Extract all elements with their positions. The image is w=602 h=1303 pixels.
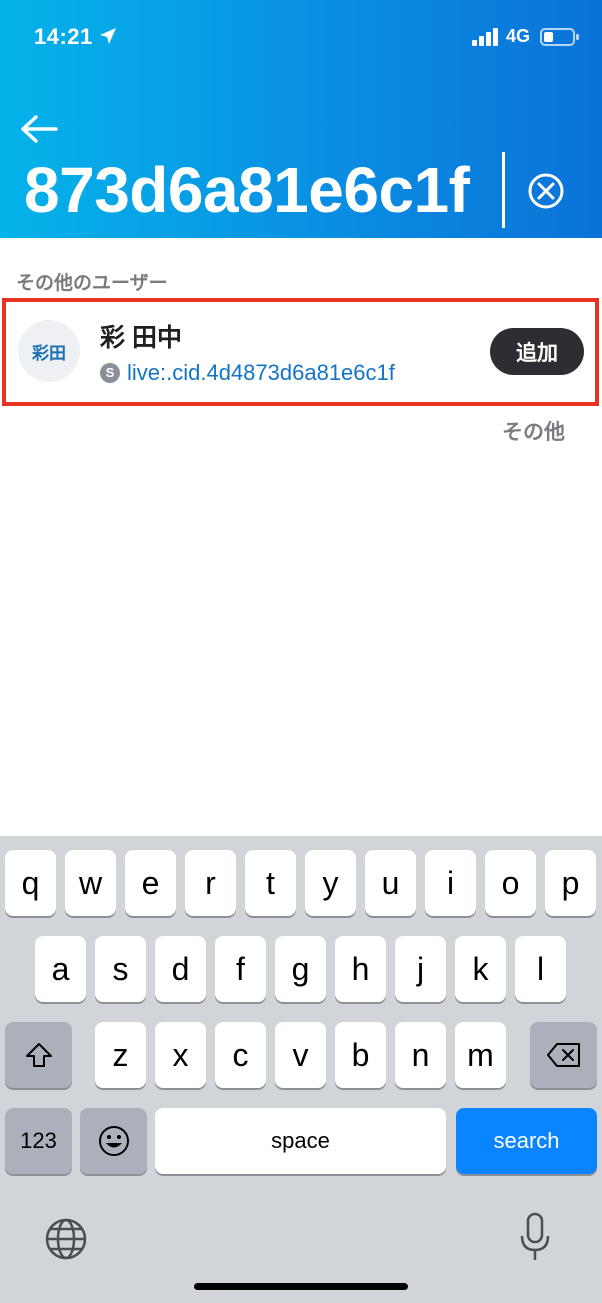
section-title: その他のユーザー	[16, 273, 168, 294]
backspace-key[interactable]	[530, 1022, 597, 1088]
key-c[interactable]: c	[215, 1022, 266, 1088]
search-input[interactable]: 873d6a81e6c1f	[24, 150, 470, 230]
backspace-icon	[546, 1043, 580, 1067]
key-u[interactable]: u	[365, 850, 416, 916]
header: 14:21 4G 873d6a81e6c1f	[0, 0, 602, 238]
contact-result-row[interactable]: 彩田 彩 田中 S live:.cid.4d4873d6a81e6c1f 追加	[2, 298, 599, 406]
clear-search-icon[interactable]	[527, 172, 565, 210]
key-q[interactable]: q	[5, 850, 56, 916]
key-f[interactable]: f	[215, 936, 266, 1002]
microphone-icon[interactable]	[518, 1212, 552, 1264]
add-contact-button[interactable]: 追加	[490, 328, 584, 375]
key-a[interactable]: a	[35, 936, 86, 1002]
search-key[interactable]: search	[456, 1108, 597, 1174]
signal-bars-icon	[472, 28, 498, 46]
globe-icon[interactable]	[44, 1217, 88, 1261]
key-b[interactable]: b	[335, 1022, 386, 1088]
shift-icon	[25, 1043, 52, 1067]
key-i[interactable]: i	[425, 850, 476, 916]
key-p[interactable]: p	[545, 850, 596, 916]
network-label: 4G	[506, 26, 531, 46]
key-e[interactable]: e	[125, 850, 176, 916]
emoji-key[interactable]	[80, 1108, 147, 1174]
key-z[interactable]: z	[95, 1022, 146, 1088]
skype-id: live:.cid.4d4873d6a81e6c1f	[127, 360, 395, 385]
key-w[interactable]: w	[65, 850, 116, 916]
skype-badge-icon: S	[100, 363, 120, 383]
location-arrow-icon	[100, 28, 116, 44]
avatar: 彩田	[18, 320, 80, 382]
key-g[interactable]: g	[275, 936, 326, 1002]
more-link[interactable]: その他	[502, 416, 565, 446]
status-bar: 14:21 4G	[0, 0, 602, 70]
space-key[interactable]: space	[155, 1108, 446, 1174]
text-caret	[502, 152, 505, 228]
key-d[interactable]: d	[155, 936, 206, 1002]
key-h[interactable]: h	[335, 936, 386, 1002]
battery-icon	[540, 28, 579, 46]
key-l[interactable]: l	[515, 936, 566, 1002]
key-o[interactable]: o	[485, 850, 536, 916]
contact-name: 彩 田中	[100, 324, 182, 352]
key-s[interactable]: s	[95, 936, 146, 1002]
key-x[interactable]: x	[155, 1022, 206, 1088]
back-arrow-icon[interactable]	[18, 112, 60, 146]
home-indicator	[194, 1283, 408, 1290]
key-r[interactable]: r	[185, 850, 236, 916]
key-k[interactable]: k	[455, 936, 506, 1002]
shift-key[interactable]	[5, 1022, 72, 1088]
key-t[interactable]: t	[245, 850, 296, 916]
key-j[interactable]: j	[395, 936, 446, 1002]
key-y[interactable]: y	[305, 850, 356, 916]
numbers-key[interactable]: 123	[5, 1108, 72, 1174]
key-n[interactable]: n	[395, 1022, 446, 1088]
key-m[interactable]: m	[455, 1022, 506, 1088]
key-v[interactable]: v	[275, 1022, 326, 1088]
emoji-icon	[98, 1126, 129, 1156]
status-time: 14:21	[34, 24, 93, 49]
